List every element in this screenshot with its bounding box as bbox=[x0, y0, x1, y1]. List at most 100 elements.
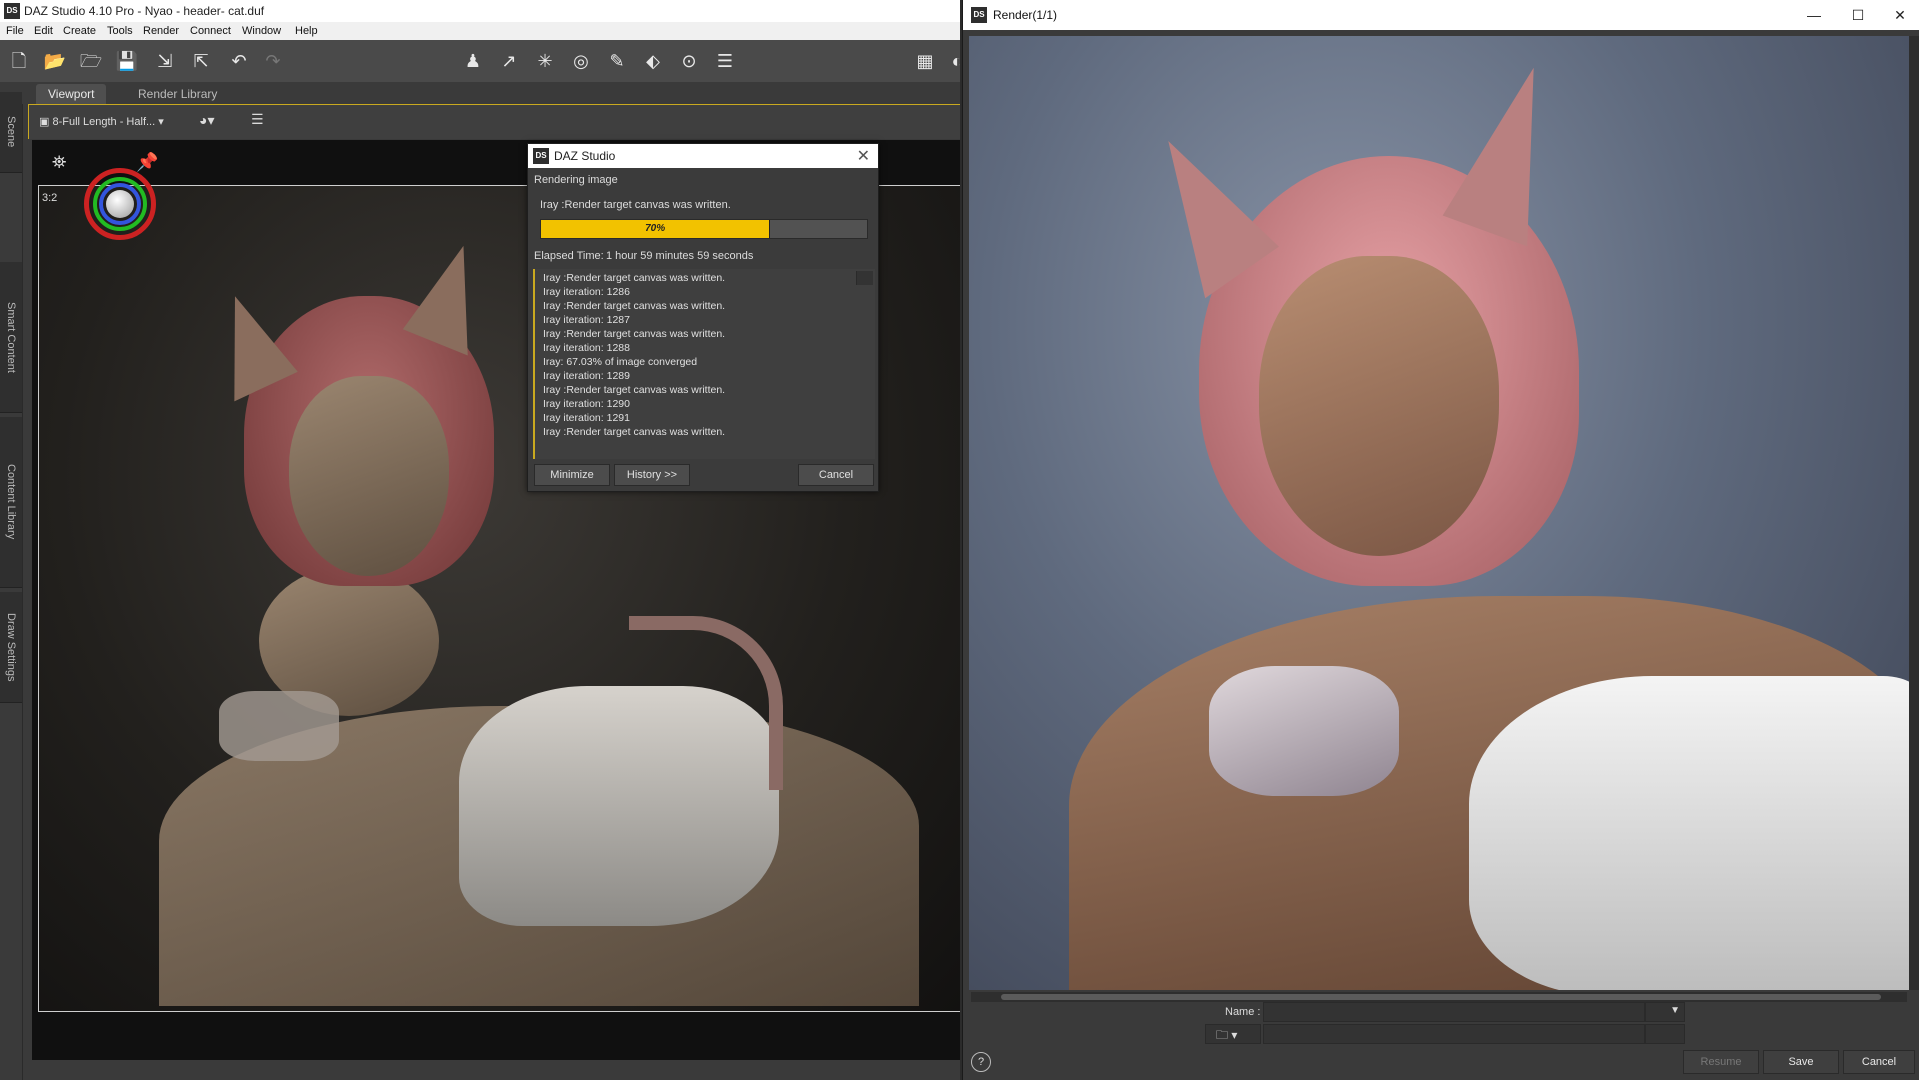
log-line: Iray :Render target canvas was written. bbox=[543, 300, 726, 312]
cancel-render-button[interactable]: Cancel bbox=[798, 464, 874, 486]
grid-icon[interactable]: ▦ bbox=[912, 48, 938, 74]
tab-viewport[interactable]: Viewport bbox=[36, 84, 107, 104]
browse-folder-button[interactable]: 🗀 ▾ bbox=[1205, 1024, 1261, 1044]
viewport-options-icon[interactable]: ☰ bbox=[251, 111, 264, 128]
render-window-title: Render(1/1) bbox=[993, 8, 1058, 22]
render-window: DS Render(1/1) — ☐ ✕ Name : ▼ 🗀 ▾ ? Resu… bbox=[962, 0, 1919, 1080]
figure-glove-preview bbox=[219, 691, 339, 761]
log-line: Iray: 67.03% of image converged bbox=[543, 356, 698, 368]
align-tool-icon[interactable]: ☰ bbox=[712, 48, 738, 74]
name-label: Name : bbox=[1225, 1006, 1261, 1018]
chevron-down-icon: ▾ bbox=[158, 116, 164, 128]
import-icon[interactable]: ⇲ bbox=[152, 48, 178, 74]
render-face-preview bbox=[1259, 256, 1499, 556]
horizontal-scrollbar[interactable] bbox=[971, 992, 1907, 1002]
camera-icon: ▣ bbox=[39, 116, 53, 128]
open-recent-icon[interactable]: 🗁 bbox=[78, 48, 104, 74]
log-line: Iray iteration: 1287 bbox=[543, 314, 630, 326]
chevron-down-icon: ▼ bbox=[1670, 1005, 1680, 1016]
menu-connect[interactable]: Connect bbox=[190, 25, 231, 37]
open-folder-icon[interactable]: 📂 bbox=[42, 48, 68, 74]
undo-icon[interactable]: ↶ bbox=[226, 48, 252, 74]
minimize-button[interactable]: Minimize bbox=[534, 464, 610, 486]
log-line: Iray :Render target canvas was written. bbox=[543, 426, 726, 438]
window-title: DAZ Studio 4.10 Pro - Nyao - header- cat… bbox=[24, 4, 265, 18]
render-leotard-preview bbox=[1469, 676, 1909, 990]
dialog-titlebar: DS DAZ Studio ✕ bbox=[528, 144, 878, 168]
export-icon[interactable]: ⇱ bbox=[188, 48, 214, 74]
left-side-panel: Scene Smart Content Content Library Draw… bbox=[0, 82, 23, 1080]
side-tab-smart-content[interactable]: Smart Content bbox=[0, 262, 22, 413]
daz-main-window: DS DAZ Studio 4.10 Pro - Nyao - header- … bbox=[0, 0, 960, 1080]
menu-window[interactable]: Window bbox=[242, 25, 281, 37]
render-ear-right-preview bbox=[1442, 55, 1586, 247]
side-tab-content-library[interactable]: Content Library bbox=[0, 417, 22, 588]
dialog-title: DAZ Studio bbox=[554, 149, 616, 163]
figure-tail-preview bbox=[629, 616, 783, 790]
new-file-icon[interactable]: 🗋 bbox=[6, 48, 32, 74]
log-line: Iray :Render target canvas was written. bbox=[543, 272, 726, 284]
log-line: Iray :Render target canvas was written. bbox=[543, 328, 726, 340]
render-log[interactable]: Iray :Render target canvas was written. … bbox=[533, 269, 875, 459]
redo-icon[interactable]: ↷ bbox=[260, 48, 286, 74]
menu-bar: File Edit Create Tools Render Connect Wi… bbox=[0, 22, 960, 40]
view-rotate-gizmo-icon[interactable] bbox=[84, 168, 156, 240]
render-titlebar: DS Render(1/1) — ☐ ✕ bbox=[963, 0, 1919, 30]
pin-icon[interactable]: 📌 bbox=[136, 152, 158, 173]
render-image bbox=[969, 36, 1909, 990]
menu-edit[interactable]: Edit bbox=[34, 25, 53, 37]
vertical-scrollbar[interactable] bbox=[1909, 36, 1919, 990]
camera-navigator-icon[interactable]: ⛯ bbox=[52, 152, 66, 173]
maximize-window-icon[interactable]: ☐ bbox=[1843, 4, 1873, 26]
cancel-button[interactable]: Cancel bbox=[1843, 1050, 1915, 1074]
path-input[interactable] bbox=[1263, 1024, 1645, 1044]
tab-render-library[interactable]: Render Library bbox=[126, 84, 229, 104]
daz-logo-icon: DS bbox=[533, 148, 549, 164]
log-scrollbar[interactable] bbox=[856, 271, 873, 285]
figure-tool-icon[interactable]: ♟ bbox=[460, 48, 486, 74]
menu-create[interactable]: Create bbox=[63, 25, 96, 37]
name-input[interactable] bbox=[1263, 1002, 1645, 1022]
render-status: Rendering image bbox=[534, 174, 618, 186]
draw-style-icon[interactable]: ◕▾ bbox=[199, 112, 214, 129]
elapsed-time-value: 1 hour 59 minutes 59 seconds bbox=[606, 250, 754, 262]
rotate-tool-icon[interactable]: ◎ bbox=[568, 48, 594, 74]
path-extra-field[interactable] bbox=[1645, 1024, 1685, 1044]
light-tool-icon[interactable]: ✳ bbox=[532, 48, 558, 74]
resume-button[interactable]: Resume bbox=[1683, 1050, 1759, 1074]
render-progress-dialog: DS DAZ Studio ✕ Rendering image Iray :Re… bbox=[527, 143, 879, 492]
save-icon[interactable]: 💾 bbox=[114, 48, 140, 74]
history-button[interactable]: History >> bbox=[614, 464, 690, 486]
transform-tool-icon[interactable]: ↗ bbox=[496, 48, 522, 74]
render-progress-bar: 70% bbox=[540, 219, 868, 239]
menu-render[interactable]: Render bbox=[143, 25, 179, 37]
format-select[interactable]: ▼ bbox=[1645, 1002, 1685, 1022]
log-line: Iray iteration: 1291 bbox=[543, 412, 630, 424]
geometry-tool-icon[interactable]: ⬖ bbox=[640, 48, 666, 74]
main-toolbar: 🗋 📂 🗁 💾 ⇲ ⇱ ↶ ↷ ♟ ↗ ✳ ◎ ✎ ⬖ ⊙ ☰ ▦ ◐ bbox=[0, 40, 960, 82]
side-tab-draw-settings[interactable]: Draw Settings bbox=[0, 592, 22, 703]
close-window-icon[interactable]: ✕ bbox=[1885, 4, 1915, 26]
help-icon[interactable]: ? bbox=[971, 1052, 991, 1072]
node-tool-icon[interactable]: ⊙ bbox=[676, 48, 702, 74]
menu-file[interactable]: File bbox=[6, 25, 24, 37]
log-line: Iray iteration: 1286 bbox=[543, 286, 630, 298]
folder-icon: 🗀 ▾ bbox=[1216, 1028, 1238, 1042]
minimize-window-icon[interactable]: — bbox=[1799, 4, 1829, 26]
log-line: Iray iteration: 1290 bbox=[543, 398, 630, 410]
aspect-ratio-label: 3:2 bbox=[42, 192, 58, 204]
log-line: Iray :Render target canvas was written. bbox=[543, 384, 726, 396]
menu-help[interactable]: Help bbox=[295, 25, 318, 37]
main-titlebar: DS DAZ Studio 4.10 Pro - Nyao - header- … bbox=[0, 0, 960, 22]
save-button[interactable]: Save bbox=[1763, 1050, 1839, 1074]
pose-tool-icon[interactable]: ✎ bbox=[604, 48, 630, 74]
log-line: Iray iteration: 1289 bbox=[543, 370, 630, 382]
menu-tools[interactable]: Tools bbox=[107, 25, 133, 37]
camera-selector-label: 8-Full Length - Half... bbox=[52, 116, 156, 128]
daz-logo-icon: DS bbox=[971, 7, 987, 23]
close-icon[interactable]: ✕ bbox=[857, 146, 870, 166]
side-tab-scene[interactable]: Scene bbox=[0, 92, 22, 173]
camera-selector[interactable]: ▣ 8-Full Length - Half... ▾ bbox=[39, 113, 189, 131]
render-glove-preview bbox=[1209, 666, 1399, 796]
render-settings-icon[interactable]: ◐ bbox=[944, 48, 960, 74]
